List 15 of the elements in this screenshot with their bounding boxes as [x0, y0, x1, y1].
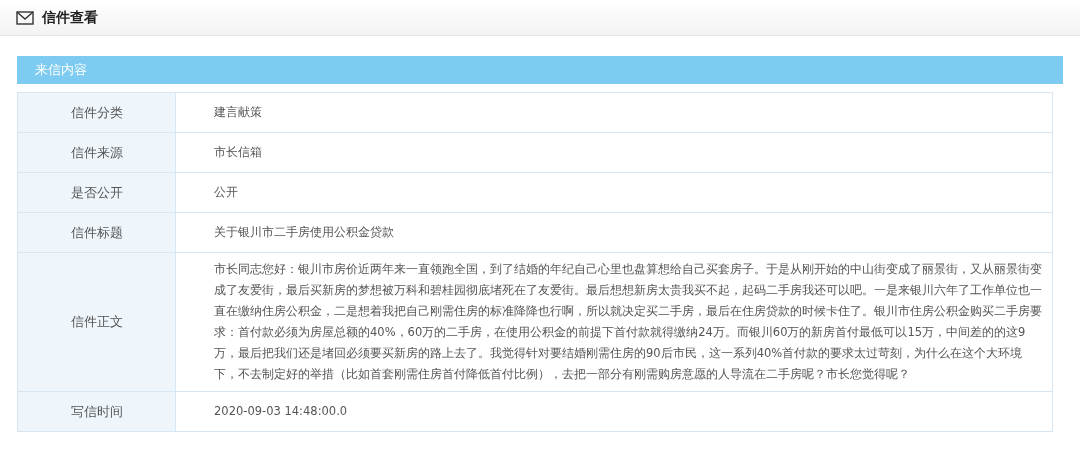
- field-label: 信件标题: [18, 213, 176, 252]
- field-label: 信件正文: [18, 253, 176, 391]
- field-value: 公开: [213, 184, 239, 201]
- field-value: 建言献策: [213, 104, 263, 121]
- page-title: 信件查看: [42, 8, 98, 27]
- section-title: 来信内容: [35, 61, 87, 80]
- field-value: 2020-09-03 14:48:00.0: [213, 403, 349, 420]
- field-value: 市长信箱: [213, 144, 263, 161]
- field-value: 市长同志您好：银川市房价近两年来一直领跑全国，到了结婚的年纪自己心里也盘算想给自己买套房子。于是从刚开始的中山街变成了丽景街，又从丽景街变成了友爱街，最后买新房的梦想被万科和碧桂园彻底堵死在了友爱街。最后想想新房太贵我买不起，起码二手房我还可以吧。一是来银川六年了工作单位也一直在缴纳住房公积金，二是想着我把自己刚需住房的标准降降也行啊，所以就决定买二手房，最后在住房贷款的时候卡住了。银川市住房公积金购买二手房要求：首付款必须为房屋总额的40%，60万的二手房，在使用公积金的前提下首付款就得缴纳24万。而银川60万的新房首付最低可以15万，中间差的的这9万，最后把我们还是堵回必须要买新房的路上去了。我觉得针对要结婚刚需住房的90后市民，这一系列40%首付款的要求太过苛刻，为什么在这个大环境下，不去制定好的举措（比如首套刚需住房首付降低首付比例），去把一部分有刚需购房意愿的人导流在二手房呢？市长您觉得呢？: [213, 261, 1043, 383]
- field-label: 是否公开: [18, 173, 176, 212]
- field-label: 信件分类: [18, 93, 176, 132]
- field-label: 信件来源: [18, 133, 176, 172]
- mail-icon: [16, 10, 34, 25]
- field-value: 关于银川市二手房使用公积金贷款: [213, 224, 395, 241]
- field-label: 写信时间: [18, 392, 176, 431]
